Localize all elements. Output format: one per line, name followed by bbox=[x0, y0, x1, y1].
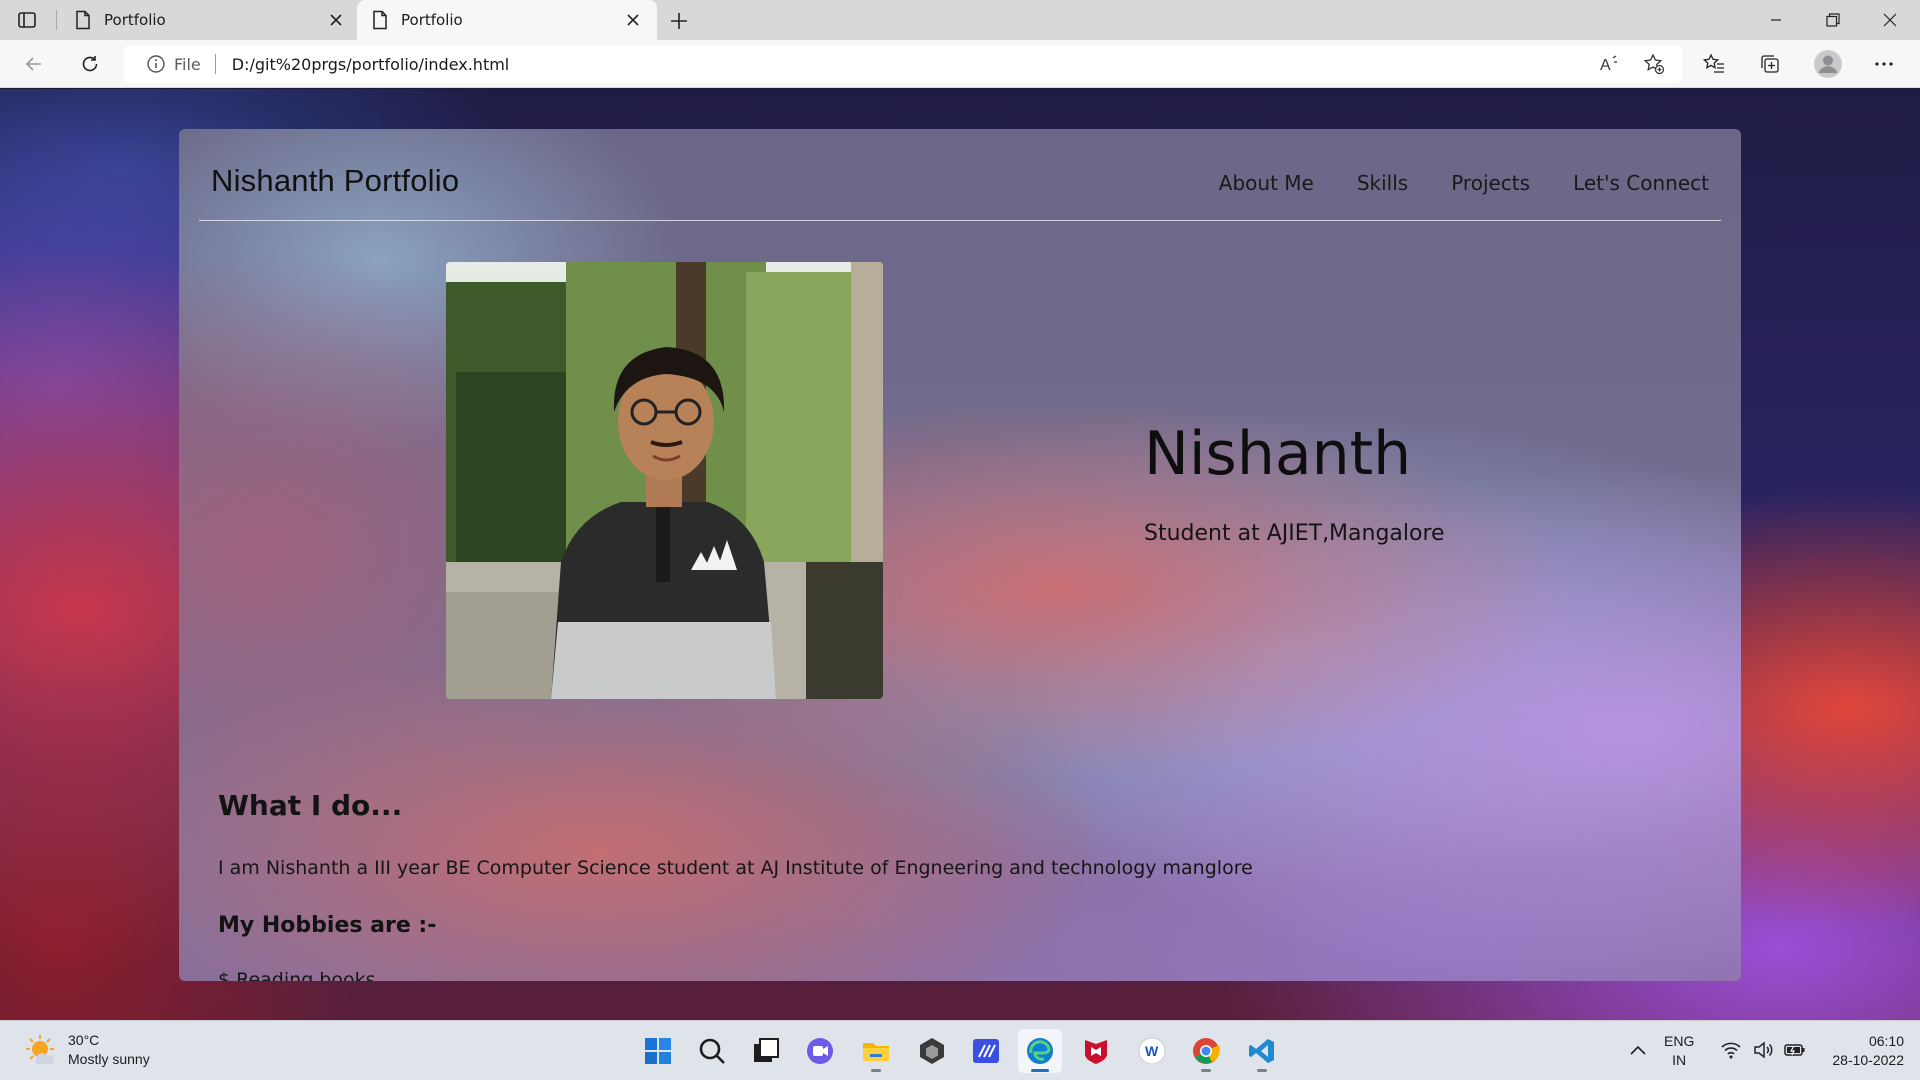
close-icon[interactable] bbox=[623, 10, 643, 30]
tab-title: Portfolio bbox=[104, 11, 166, 29]
tab-separator bbox=[56, 10, 57, 30]
page-icon bbox=[371, 10, 389, 30]
file-explorer-icon[interactable] bbox=[854, 1029, 898, 1073]
profile-photo bbox=[446, 262, 883, 699]
active-indicator bbox=[1031, 1069, 1049, 1072]
windows-taskbar: 30°C Mostly sunny W ENG IN 06:10 28-10-2… bbox=[0, 1020, 1920, 1080]
language-code: ENG bbox=[1664, 1033, 1695, 1049]
nav-link-about-me[interactable]: About Me bbox=[1219, 171, 1314, 195]
page-viewport: Nishanth Portfolio About Me Skills Proje… bbox=[0, 89, 1920, 1020]
tab-actions-icon[interactable] bbox=[14, 8, 40, 32]
hobby-item: $ Reading books bbox=[218, 969, 376, 981]
browser-toolbar: File D:/git%20prgs/portfolio/index.html … bbox=[0, 40, 1920, 88]
reload-icon[interactable] bbox=[74, 48, 106, 80]
url-text[interactable]: D:/git%20prgs/portfolio/index.html bbox=[232, 55, 509, 74]
running-indicator bbox=[1257, 1069, 1267, 1072]
url-scheme-label: File bbox=[174, 54, 201, 74]
page-icon bbox=[74, 10, 92, 30]
chat-icon[interactable] bbox=[798, 1029, 842, 1073]
weather-condition: Mostly sunny bbox=[68, 1051, 150, 1067]
mcafee-icon[interactable] bbox=[1074, 1029, 1118, 1073]
back-icon[interactable] bbox=[18, 48, 50, 80]
what-i-do-heading: What I do... bbox=[218, 789, 403, 822]
weather-widget[interactable]: 30°C Mostly sunny bbox=[24, 1031, 150, 1069]
favorites-icon[interactable] bbox=[1698, 48, 1730, 80]
code-app-icon[interactable] bbox=[964, 1029, 1008, 1073]
weather-temperature: 30°C bbox=[68, 1032, 100, 1048]
svg-text:W: W bbox=[1145, 1043, 1159, 1059]
portfolio-card: Nishanth Portfolio About Me Skills Proje… bbox=[179, 129, 1741, 981]
close-icon[interactable] bbox=[1862, 0, 1918, 40]
chrome-icon[interactable] bbox=[1184, 1029, 1228, 1073]
browser-tab-2[interactable]: Portfolio bbox=[357, 0, 657, 40]
collections-icon[interactable] bbox=[1754, 48, 1786, 80]
hobbies-heading: My Hobbies are :- bbox=[218, 913, 437, 938]
system-tray bbox=[1720, 1039, 1806, 1061]
nav-link-projects[interactable]: Projects bbox=[1451, 171, 1530, 195]
start-icon[interactable] bbox=[636, 1029, 680, 1073]
clock-time: 06:10 bbox=[1868, 1033, 1904, 1049]
hero-name: Nishanth bbox=[1144, 419, 1412, 489]
svg-text:A: A bbox=[1600, 57, 1611, 74]
language-indicator[interactable]: ENG IN bbox=[1664, 1032, 1694, 1070]
add-favorite-icon[interactable] bbox=[1639, 49, 1669, 79]
search-icon[interactable] bbox=[690, 1029, 734, 1073]
profile-icon[interactable] bbox=[1812, 48, 1844, 80]
nav-link-lets-connect[interactable]: Let's Connect bbox=[1573, 171, 1709, 195]
region-code: IN bbox=[1672, 1052, 1687, 1068]
task-view-icon[interactable] bbox=[744, 1029, 788, 1073]
browser-tab-bar: Portfolio Portfolio bbox=[0, 0, 1920, 40]
wifi-icon[interactable] bbox=[1720, 1039, 1742, 1061]
site-header: Nishanth Portfolio About Me Skills Proje… bbox=[199, 129, 1721, 221]
chevron-up-icon[interactable] bbox=[1626, 1039, 1650, 1063]
volume-icon[interactable] bbox=[1752, 1039, 1774, 1061]
browser-tab-1[interactable]: Portfolio bbox=[60, 0, 360, 40]
profile-photo-illustration bbox=[446, 262, 883, 699]
address-divider bbox=[214, 54, 216, 74]
word-icon[interactable]: W bbox=[1130, 1029, 1174, 1073]
vscode-icon[interactable] bbox=[1240, 1029, 1284, 1073]
edge-icon[interactable] bbox=[1018, 1029, 1062, 1073]
site-brand[interactable]: Nishanth Portfolio bbox=[211, 163, 459, 199]
clock-date: 28-10-2022 bbox=[1832, 1052, 1904, 1068]
running-indicator bbox=[1201, 1069, 1211, 1072]
close-icon[interactable] bbox=[326, 10, 346, 30]
hero-subtitle: Student at AJIET,Mangalore bbox=[1144, 521, 1445, 546]
system-clock[interactable]: 06:10 28-10-2022 bbox=[1814, 1032, 1904, 1070]
more-icon[interactable] bbox=[1868, 48, 1900, 80]
running-indicator bbox=[871, 1069, 881, 1072]
nav-link-skills[interactable]: Skills bbox=[1357, 171, 1408, 195]
read-aloud-icon[interactable]: A bbox=[1594, 49, 1624, 79]
site-nav: About Me Skills Projects Let's Connect bbox=[1219, 171, 1709, 195]
about-text: I am Nishanth a III year BE Computer Sci… bbox=[218, 857, 1253, 879]
unity-icon[interactable] bbox=[910, 1029, 954, 1073]
partly-sunny-icon bbox=[26, 1035, 55, 1065]
address-bar[interactable]: File D:/git%20prgs/portfolio/index.html … bbox=[124, 45, 1682, 83]
info-icon[interactable] bbox=[146, 54, 166, 74]
restore-icon[interactable] bbox=[1805, 0, 1861, 40]
tab-title: Portfolio bbox=[401, 11, 463, 29]
minimize-icon[interactable] bbox=[1748, 0, 1804, 40]
plus-icon[interactable] bbox=[666, 8, 692, 34]
battery-icon[interactable] bbox=[1784, 1039, 1806, 1061]
